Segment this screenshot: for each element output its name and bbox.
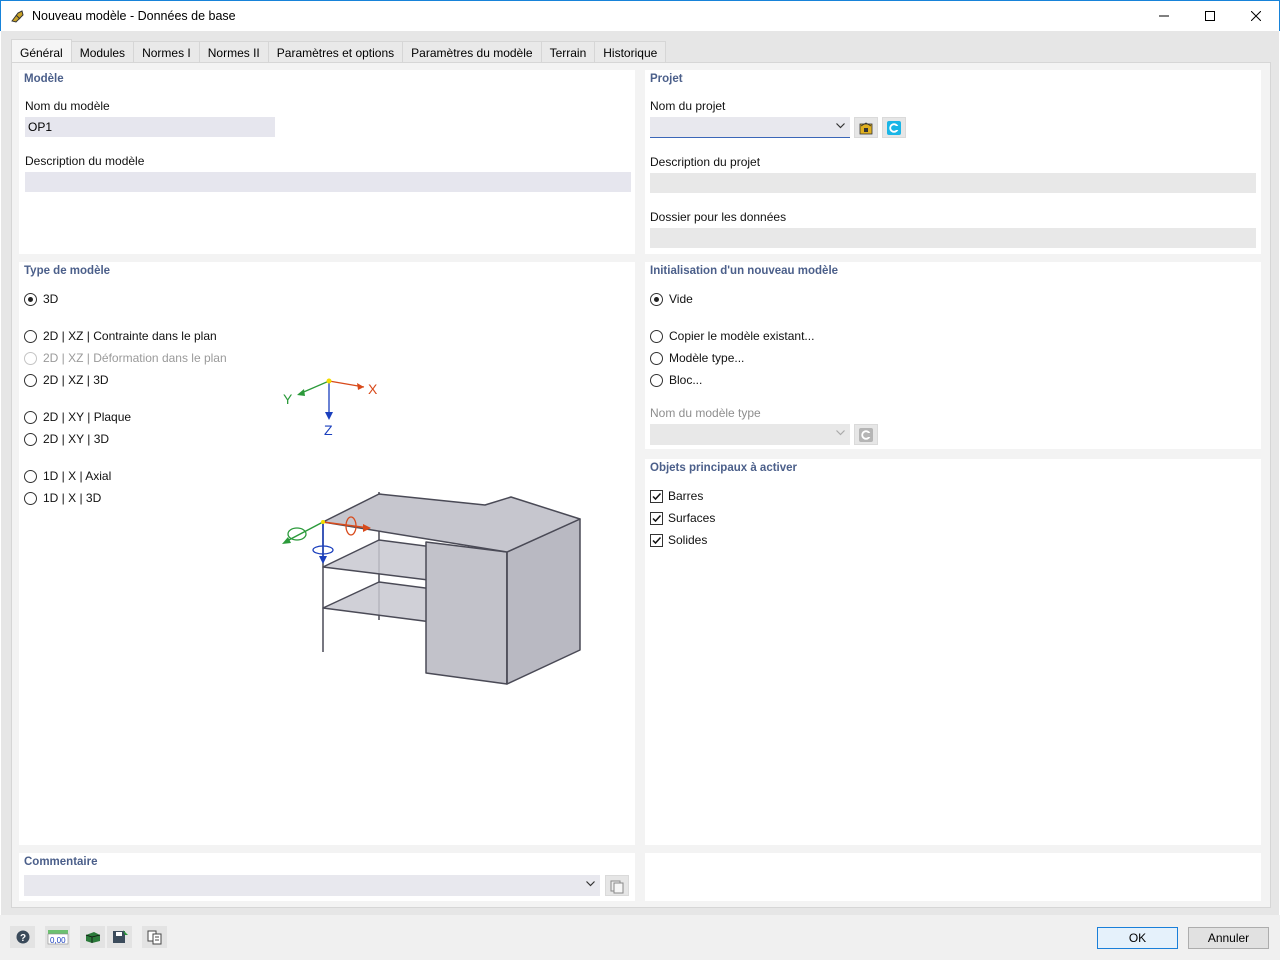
model-info-button[interactable] xyxy=(80,926,105,948)
tab-parametres-modele[interactable]: Paramètres du modèle xyxy=(403,41,542,63)
surfaces-checkbox[interactable]: Surfaces xyxy=(650,511,715,525)
chevron-down-icon xyxy=(836,123,845,129)
project-section-title: Projet xyxy=(650,73,683,85)
cloud-icon xyxy=(887,120,901,135)
model-type-2d-xy-3d-radio[interactable]: 2D | XY | 3D xyxy=(24,432,109,446)
model-type-2d-xy-plaque-radio[interactable]: 2D | XY | Plaque xyxy=(24,410,131,424)
check-icon xyxy=(652,536,662,544)
template-name-label: Nom du modèle type xyxy=(650,406,761,420)
objects-panel: Objets principaux à activer Barres Surfa… xyxy=(645,459,1261,845)
chevron-down-icon xyxy=(836,430,845,436)
svg-text:?: ? xyxy=(20,933,26,944)
window-title: Nouveau modèle - Données de base xyxy=(32,9,236,23)
cancel-button[interactable]: Annuler xyxy=(1188,927,1269,949)
project-manager-button[interactable] xyxy=(854,117,878,138)
save-settings-button[interactable] xyxy=(107,926,132,948)
title-bar: Nouveau modèle - Données de base xyxy=(0,0,1280,31)
init-template-radio[interactable]: Modèle type... xyxy=(650,351,744,365)
tab-normes-1[interactable]: Normes I xyxy=(134,41,200,63)
tab-modules[interactable]: Modules xyxy=(71,41,135,63)
check-icon xyxy=(652,492,662,500)
units-button[interactable]: 0,00 xyxy=(45,926,70,948)
tab-strip: Général Modules Normes I Normes II Param… xyxy=(11,39,667,63)
model-type-2d-xz-contrainte-radio[interactable]: 2D | XZ | Contrainte dans le plan xyxy=(24,329,217,343)
tab-content: Modèle Nom du modèle OP1 Description du … xyxy=(11,62,1271,908)
project-folder-icon xyxy=(859,122,873,134)
help-icon: ? xyxy=(16,930,29,944)
model-type-panel: Type de modèle 3D 2D | XZ | Contrainte d… xyxy=(19,262,635,845)
objects-section-title: Objets principaux à activer xyxy=(650,462,798,474)
template-browse-button xyxy=(854,424,878,445)
init-bloc-radio[interactable]: Bloc... xyxy=(650,373,702,387)
ok-button[interactable]: OK xyxy=(1097,927,1178,949)
project-panel: Projet Nom du projet Description du proj… xyxy=(645,70,1261,254)
project-description-input xyxy=(650,173,1256,193)
z-axis-label: Z xyxy=(324,422,333,438)
model-info-icon xyxy=(85,932,100,943)
init-panel: Initialisation d'un nouveau modèle Vide … xyxy=(645,262,1261,449)
tab-normes-2[interactable]: Normes II xyxy=(199,41,269,63)
comment-panel: Commentaire xyxy=(19,853,635,901)
tab-terrain[interactable]: Terrain xyxy=(541,41,596,63)
units-icon: 0,00 xyxy=(47,930,68,945)
init-section-title: Initialisation d'un nouveau modèle xyxy=(650,265,839,277)
comment-section-title: Commentaire xyxy=(24,856,98,868)
copy-data-button[interactable] xyxy=(142,926,167,948)
init-copy-radio[interactable]: Copier le modèle existant... xyxy=(650,329,814,343)
barres-checkbox[interactable]: Barres xyxy=(650,489,703,503)
project-name-select[interactable] xyxy=(650,117,850,138)
maximize-icon xyxy=(1205,11,1215,21)
copy-icon xyxy=(610,880,624,893)
minimize-button[interactable] xyxy=(1141,1,1187,31)
dialog-body: Général Modules Normes I Normes II Param… xyxy=(1,31,1279,915)
close-button[interactable] xyxy=(1233,1,1279,31)
structure-3d-drawing xyxy=(322,492,581,685)
minimize-icon xyxy=(1159,15,1169,17)
y-axis-label: Y xyxy=(283,391,293,407)
model-type-section-title: Type de modèle xyxy=(24,265,111,277)
close-icon xyxy=(1251,11,1261,21)
model-section-title: Modèle xyxy=(24,73,64,85)
new-project-button[interactable] xyxy=(882,117,906,138)
project-name-label: Nom du projet xyxy=(650,99,726,113)
model-panel: Modèle Nom du modèle OP1 Description du … xyxy=(19,70,635,254)
axis-triad: X Y Z xyxy=(283,378,378,438)
model-description-label: Description du modèle xyxy=(25,154,145,168)
save-icon xyxy=(112,930,128,943)
project-folder-label: Dossier pour les données xyxy=(650,210,787,224)
model-type-illustration: X Y Z xyxy=(282,378,581,685)
dialog-footer: ? 0,00 OK Annuler xyxy=(0,915,1280,960)
model-type-1d-x-axial-radio[interactable]: 1D | X | Axial xyxy=(24,469,111,483)
maximize-button[interactable] xyxy=(1187,1,1233,31)
project-folder-input xyxy=(650,228,1256,248)
app-icon xyxy=(11,10,24,23)
cloud-icon xyxy=(859,427,873,442)
chevron-down-icon xyxy=(586,881,595,887)
tab-general[interactable]: Général xyxy=(11,39,72,63)
empty-panel xyxy=(645,853,1261,901)
comment-copy-button[interactable] xyxy=(605,875,629,896)
comment-select[interactable] xyxy=(24,875,600,896)
check-icon xyxy=(652,514,662,522)
model-type-2d-xz-deformation-radio: 2D | XZ | Déformation dans le plan xyxy=(24,351,227,365)
tab-historique[interactable]: Historique xyxy=(595,41,667,63)
help-button[interactable]: ? xyxy=(10,926,35,948)
tab-parametres-options[interactable]: Paramètres et options xyxy=(268,41,404,63)
project-description-label: Description du projet xyxy=(650,155,761,169)
x-axis-label: X xyxy=(368,381,378,397)
copy-data-icon xyxy=(147,930,161,945)
model-type-1d-x-3d-radio[interactable]: 1D | X | 3D xyxy=(24,491,101,505)
template-name-select xyxy=(650,424,850,445)
model-description-input[interactable] xyxy=(25,172,631,192)
model-name-input[interactable]: OP1 xyxy=(25,117,275,137)
model-type-2d-xz-3d-radio[interactable]: 2D | XZ | 3D xyxy=(24,373,109,387)
model-type-3d-radio[interactable]: 3D xyxy=(24,292,58,306)
model-name-label: Nom du modèle xyxy=(25,99,110,113)
init-vide-radio[interactable]: Vide xyxy=(650,292,693,306)
solides-checkbox[interactable]: Solides xyxy=(650,533,707,547)
svg-text:0,00: 0,00 xyxy=(50,936,66,945)
